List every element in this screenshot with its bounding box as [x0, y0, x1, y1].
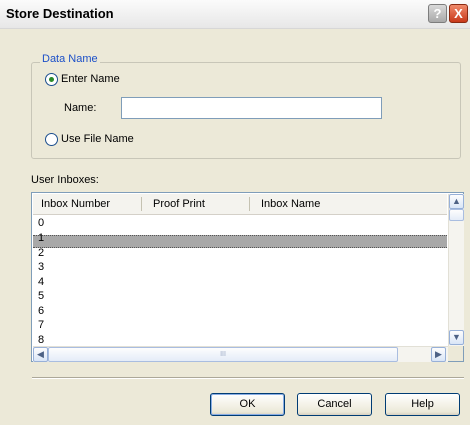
horizontal-scroll-thumb[interactable]: III	[48, 347, 398, 362]
scroll-right-icon[interactable]: ▶	[431, 347, 446, 362]
data-name-legend: Data Name	[40, 53, 100, 65]
list-header: Inbox Number Proof Print Inbox Name	[33, 194, 447, 215]
list-item[interactable]: 4	[38, 277, 44, 288]
selected-row-highlight	[33, 235, 447, 248]
list-item[interactable]: 5	[38, 291, 44, 302]
list-item[interactable]: 2	[38, 248, 44, 259]
horizontal-scrollbar[interactable]: ◀ III ▶	[33, 346, 448, 362]
name-input[interactable]	[121, 97, 382, 119]
scroll-up-icon[interactable]: ▲	[449, 194, 464, 209]
vertical-scrollbar[interactable]: ▲ ▼	[448, 194, 464, 346]
list-item[interactable]: 7	[38, 320, 44, 331]
title-bar: Store Destination ? X	[0, 0, 470, 29]
vertical-scroll-thumb[interactable]	[449, 209, 464, 221]
cancel-button[interactable]: Cancel	[297, 393, 372, 416]
list-item[interactable]: 6	[38, 306, 44, 317]
list-item[interactable]: 1	[38, 233, 44, 244]
scroll-left-icon[interactable]: ◀	[33, 347, 48, 362]
list-item[interactable]: 0	[38, 218, 44, 229]
scroll-grip-icon: III	[220, 351, 226, 358]
user-inboxes-list[interactable]: Inbox Number Proof Print Inbox Name 0 1 …	[31, 192, 464, 362]
dialog-title: Store Destination	[6, 6, 114, 21]
help-titlebar-button[interactable]: ?	[428, 4, 447, 23]
scrollbar-corner	[448, 346, 463, 361]
store-destination-dialog: Store Destination ? X Data Name Enter Na…	[0, 0, 470, 425]
ok-button[interactable]: OK	[210, 393, 285, 416]
list-item[interactable]: 8	[38, 335, 44, 345]
help-button[interactable]: Help	[385, 393, 460, 416]
column-divider[interactable]	[141, 197, 142, 211]
use-file-name-radio[interactable]	[45, 133, 58, 146]
enter-name-radio[interactable]	[45, 73, 58, 86]
scroll-down-icon[interactable]: ▼	[449, 330, 464, 345]
user-inboxes-label: User Inboxes:	[31, 174, 99, 186]
column-inbox-name[interactable]: Inbox Name	[261, 198, 320, 210]
column-divider[interactable]	[249, 197, 250, 211]
enter-name-label[interactable]: Enter Name	[61, 73, 120, 85]
use-file-name-label[interactable]: Use File Name	[61, 133, 134, 145]
close-button[interactable]: X	[449, 4, 468, 23]
column-inbox-number[interactable]: Inbox Number	[41, 198, 110, 210]
name-label: Name:	[64, 102, 97, 114]
list-item[interactable]: 3	[38, 262, 44, 273]
footer-divider	[32, 377, 464, 379]
column-proof-print[interactable]: Proof Print	[153, 198, 205, 210]
